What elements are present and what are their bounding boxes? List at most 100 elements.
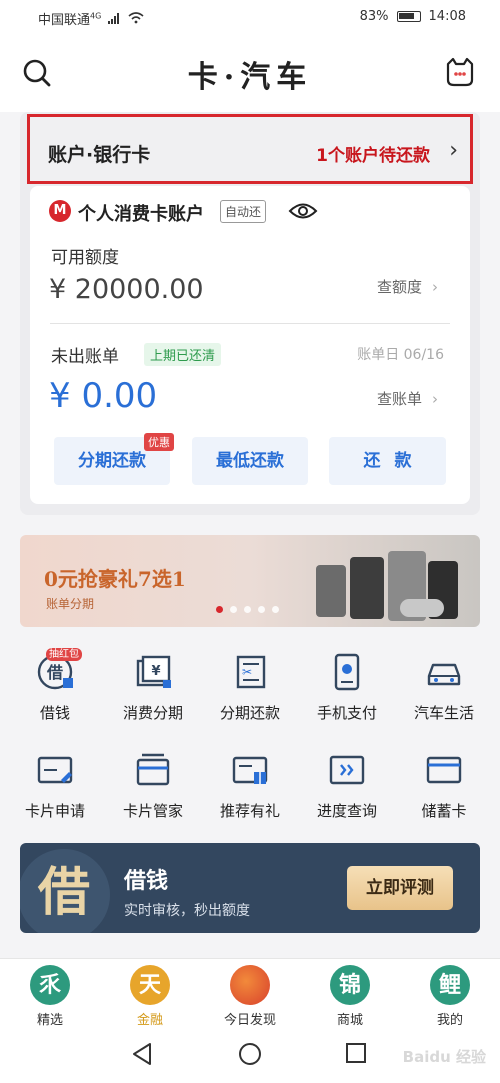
consumer-installment-icon: ¥ (136, 655, 171, 688)
grid-progress-query[interactable]: 进度查询 (298, 750, 396, 821)
grid-label: 分期还款 (219, 704, 280, 722)
debit-card-icon (426, 756, 462, 784)
card-manager-icon (136, 753, 170, 786)
svg-text:¥: ¥ (151, 664, 160, 679)
grid-label: 储蓄卡 (421, 802, 467, 820)
bank-logo-icon: M (49, 200, 71, 222)
tab-mall[interactable]: 锦 商城 (300, 965, 400, 1028)
koi-fish-icon (230, 965, 270, 1005)
available-credit-label: 可用额度 (51, 248, 119, 268)
progress-query-icon (329, 755, 365, 785)
eye-icon[interactable] (288, 200, 318, 222)
svg-text:✂: ✂ (242, 665, 252, 679)
signal-icon (108, 13, 120, 24)
grid-label: 推荐有礼 (219, 802, 280, 820)
chevron-right-icon: › (432, 390, 438, 408)
carrier-name: 中国联通 (38, 13, 91, 28)
banner-title: 0元抢豪礼7选1 (44, 567, 186, 591)
clock: 14:08 (428, 9, 466, 24)
account-name: 个人消费卡账户 (78, 204, 204, 225)
check-limit-label: 查额度 (376, 278, 422, 296)
grid-referral-gift[interactable]: 推荐有礼 (201, 750, 299, 821)
grid-installment-repay[interactable]: ✂ 分期还款 (201, 652, 299, 723)
bottom-tab-bar: 乑 精选 天 金融 今日发现 锦 商城 鲤 我的 (0, 958, 500, 1028)
minimum-repay-button[interactable]: 最低还款 (192, 437, 308, 485)
divider (50, 323, 450, 324)
app-header: 卡·汽车 (0, 34, 500, 112)
grid-label: 汽车生活 (413, 704, 474, 722)
credit-account-card: M 个人消费卡账户 自动还 可用额度 ¥ 20000.00 查额度 › 未出账单 … (30, 186, 470, 504)
evaluate-now-button[interactable]: 立即评测 (347, 866, 453, 910)
grid-consumer-installment[interactable]: ¥ 消费分期 (104, 652, 202, 723)
grid-label: 卡片管家 (122, 802, 183, 820)
grid-label: 借钱 (39, 704, 70, 722)
grid-label: 进度查询 (316, 802, 377, 820)
grid-card-apply[interactable]: 卡片申请 (6, 750, 104, 821)
borrow-seal: 借 (20, 849, 110, 933)
carrier-label: 中国联通4G (38, 9, 144, 28)
due-accounts-text[interactable]: 1个账户待还款 (316, 141, 430, 166)
carousel-dot[interactable] (230, 606, 237, 613)
featured-tab-icon: 乑 (30, 965, 70, 1005)
status-right: 83% 14:08 (360, 9, 466, 24)
chevron-right-icon: › (432, 278, 438, 296)
referral-gift-icon (232, 756, 268, 784)
check-bill-link[interactable]: 查账单 › (377, 388, 438, 409)
chevron-right-icon[interactable]: › (449, 138, 458, 163)
carousel-dot[interactable] (216, 606, 223, 613)
mall-tab-icon: 锦 (330, 965, 370, 1005)
red-packet-badge: 抽红包 (46, 648, 82, 661)
back-icon[interactable] (131, 1042, 153, 1066)
svg-text:借: 借 (46, 663, 63, 682)
baidu-watermark: Baidu 经验 (402, 1048, 486, 1066)
grid-label: 卡片申请 (24, 802, 85, 820)
borrow-title: 借钱 (124, 869, 169, 894)
car-icon (427, 663, 461, 686)
recents-icon[interactable] (345, 1042, 367, 1064)
mine-tab-icon: 鲤 (430, 965, 470, 1005)
carousel-dot[interactable] (244, 606, 251, 613)
account-section-label: 账户·银行卡 (48, 144, 151, 166)
home-icon[interactable] (238, 1042, 262, 1066)
grid-car-life[interactable]: 汽车生活 (395, 652, 493, 723)
account-header[interactable]: 账户·银行卡 1个账户待还款 › (27, 114, 473, 184)
finance-tab-icon: 天 (130, 965, 170, 1005)
wifi-icon (128, 12, 144, 24)
message-cat-icon[interactable] (444, 56, 476, 88)
promo-badge: 优惠 (144, 433, 174, 451)
unbilled-label: 未出账单 (51, 347, 119, 367)
card-apply-icon (37, 756, 73, 784)
carousel-dot[interactable] (272, 606, 279, 613)
borrow-banner[interactable]: 借 借钱 实时审核，秒出额度 立即评测 (20, 843, 480, 933)
grid-borrow[interactable]: 借 借钱 (6, 652, 104, 723)
status-bar: 中国联通4G 83% 14:08 (0, 0, 500, 34)
battery-percent: 83% (359, 9, 389, 24)
carousel-dots (216, 606, 279, 613)
carousel-dot[interactable] (258, 606, 265, 613)
available-credit-amount: ¥ 20000.00 (49, 274, 204, 305)
mobile-pay-icon (334, 653, 360, 691)
auto-repay-badge: 自动还 (220, 200, 267, 223)
banner-subtitle: 账单分期 (46, 597, 95, 611)
page-title: 卡·汽车 (187, 60, 313, 95)
network-type: 4G (90, 11, 102, 21)
cleared-badge: 上期已还清 (144, 343, 222, 366)
installment-repay-icon: ✂ (236, 655, 266, 689)
check-bill-label: 查账单 (376, 390, 422, 408)
repay-button[interactable]: 还款 (329, 437, 446, 485)
borrow-subtitle: 实时审核，秒出额度 (124, 903, 250, 919)
promo-banner[interactable]: 0元抢豪礼7选1 账单分期 (20, 535, 480, 627)
bill-day: 账单日 06/16 (357, 347, 444, 363)
tab-featured[interactable]: 乑 精选 (0, 965, 100, 1028)
grid-debit-card[interactable]: 储蓄卡 (395, 750, 493, 821)
grid-card-manager[interactable]: 卡片管家 (104, 750, 202, 821)
tab-discover[interactable]: 今日发现 (200, 965, 300, 1028)
check-limit-link[interactable]: 查额度 › (377, 276, 438, 297)
grid-label: 手机支付 (316, 704, 377, 722)
tab-mine[interactable]: 鲤 我的 (400, 965, 500, 1028)
grid-label: 消费分期 (122, 704, 183, 722)
unbilled-amount: ¥ 0.00 (49, 376, 158, 416)
battery-icon (396, 11, 421, 22)
tab-finance[interactable]: 天 金融 (100, 965, 200, 1028)
grid-mobile-pay[interactable]: 手机支付 (298, 652, 396, 723)
